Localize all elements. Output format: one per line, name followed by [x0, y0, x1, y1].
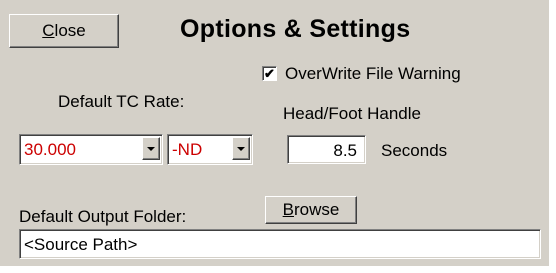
overwrite-checkbox[interactable]: ✔ — [262, 66, 277, 81]
tc-rate-label: Default TC Rate: — [58, 92, 185, 111]
close-button-mnemonic: C — [42, 21, 55, 40]
dialog-title: Options & Settings — [180, 15, 411, 43]
drop-frame-value: -ND — [172, 140, 203, 159]
tc-rate-dropdown-arrow-icon[interactable] — [142, 137, 160, 160]
handle-seconds-value: 8.5 — [333, 141, 357, 160]
drop-frame-select[interactable]: -ND — [167, 134, 253, 165]
overwrite-label: OverWrite File Warning — [285, 64, 461, 83]
output-folder-label: Default Output Folder: — [19, 207, 187, 226]
options-dialog: Close Options & Settings ✔ OverWrite Fil… — [0, 0, 551, 268]
drop-frame-dropdown-arrow-icon[interactable] — [232, 137, 250, 160]
handle-seconds-input[interactable]: 8.5 — [287, 135, 366, 164]
handle-label: Head/Foot Handle — [283, 104, 421, 123]
output-folder-input[interactable]: <Source Path> — [19, 229, 541, 259]
browse-button-label: rowse — [293, 200, 340, 219]
tc-rate-value: 30.000 — [24, 140, 76, 159]
handle-unit-label: Seconds — [381, 141, 448, 160]
browse-button-mnemonic: B — [282, 200, 294, 219]
output-folder-path: <Source Path> — [24, 235, 138, 254]
close-button-label: lose — [54, 21, 86, 40]
browse-button[interactable]: Browse — [265, 196, 357, 224]
check-icon: ✔ — [264, 66, 275, 81]
close-button[interactable]: Close — [9, 14, 119, 48]
tc-rate-select[interactable]: 30.000 — [19, 134, 163, 165]
